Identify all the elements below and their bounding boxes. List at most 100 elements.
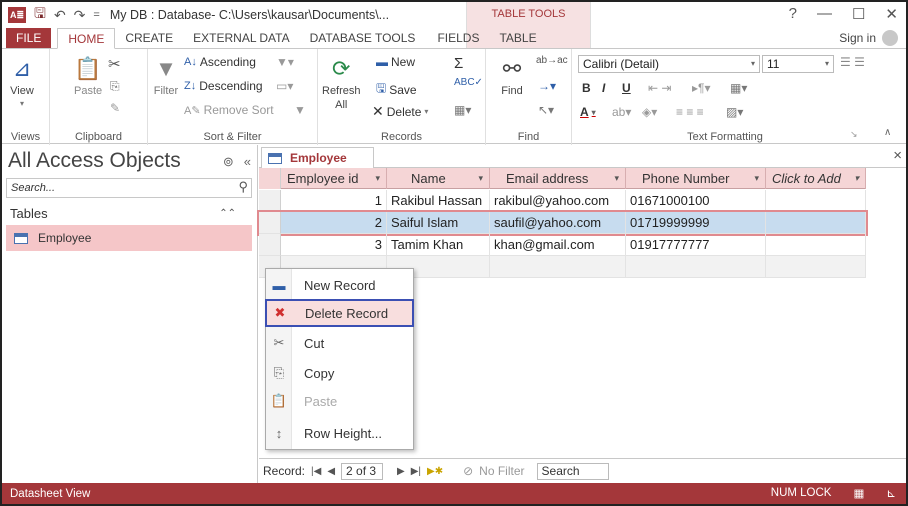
document-tab-employee[interactable]: Employee	[261, 147, 374, 169]
cell-click-to-add[interactable]	[766, 212, 866, 234]
totals-icon[interactable]: Σ	[454, 55, 463, 72]
menu-item-row-height[interactable]: ↕ Row Height...	[266, 419, 413, 447]
cell-phone[interactable]: 01917777777	[626, 234, 766, 256]
font-name-select[interactable]: Calibri (Detail) ▾	[578, 55, 760, 73]
cell-employee-id[interactable]: 1	[281, 190, 387, 212]
paragraph-icon[interactable]: ▸¶▾	[692, 81, 711, 95]
cell-click-to-add[interactable]	[766, 234, 866, 256]
menu-item-copy[interactable]: ⎘ Copy	[266, 359, 413, 387]
menu-item-cut[interactable]: ✂ Cut	[266, 329, 413, 357]
align-icons[interactable]: ≡ ≡ ≡	[676, 105, 704, 119]
menu-item-new-record[interactable]: ▬ New Record	[266, 271, 413, 299]
descending-button[interactable]: Z↓ Descending	[184, 79, 263, 93]
row-selector[interactable]	[259, 190, 281, 212]
more-records-icon[interactable]: ▦▾	[454, 103, 471, 117]
filter-button[interactable]: ▼ Filter	[152, 55, 180, 97]
datasheet-view-icon[interactable]: ▦	[853, 486, 864, 500]
first-record-icon[interactable]: |◀	[311, 466, 321, 477]
next-record-icon[interactable]: ▶	[397, 466, 405, 477]
chevron-down-icon[interactable]: ▾	[375, 168, 380, 189]
search-input[interactable]: Search... ⚲	[6, 178, 252, 198]
cell-name[interactable]: Tamim Khan	[387, 234, 490, 256]
column-header-name[interactable]: Name ▾	[387, 168, 490, 189]
menu-item-paste[interactable]: 📋 Paste	[266, 387, 413, 415]
cell-email[interactable]: saufil@yahoo.com	[490, 212, 626, 234]
row-selector[interactable]	[259, 212, 281, 234]
bold-button[interactable]: B	[582, 81, 591, 95]
tab-create[interactable]: CREATE	[115, 28, 183, 48]
new-record-button[interactable]: ▬ New	[376, 55, 415, 69]
go-to-icon[interactable]: →▾	[538, 79, 556, 93]
remove-sort-button[interactable]: A✎ Remove Sort	[184, 103, 274, 117]
spelling-icon[interactable]: ABC✓	[454, 77, 483, 88]
customize-qat-icon[interactable]: =	[93, 9, 99, 21]
menu-item-delete-record[interactable]: ✖ Delete Record	[265, 299, 414, 327]
font-size-select[interactable]: 11 ▾	[762, 55, 834, 73]
sign-in-label[interactable]: Sign in	[839, 31, 876, 45]
cell-phone[interactable]: 01719999999	[626, 212, 766, 234]
underline-button[interactable]: U	[622, 81, 631, 95]
highlight-icon[interactable]: ab▾	[612, 105, 631, 119]
redo-icon[interactable]: ↷	[74, 7, 86, 24]
no-filter-icon[interactable]: ⊘	[463, 464, 473, 478]
chevron-down-icon[interactable]: ▾	[478, 168, 483, 189]
close-document-icon[interactable]: ×	[893, 147, 902, 164]
chevron-down-icon[interactable]: ▾	[754, 168, 759, 189]
tab-home[interactable]: HOME	[57, 27, 116, 49]
advanced-filter-icon[interactable]: ▭▾	[276, 79, 293, 93]
cell-email[interactable]: khan@gmail.com	[490, 234, 626, 256]
select-icon[interactable]: ↖▾	[538, 103, 554, 117]
help-button[interactable]: ?	[789, 5, 797, 23]
tables-section-header[interactable]: Tables ⌃⌃	[6, 203, 252, 223]
nav-menu-icon[interactable]: ⊚	[223, 154, 234, 170]
select-all-corner[interactable]	[259, 168, 281, 189]
search-icon[interactable]: ⚲	[238, 179, 248, 195]
refresh-button[interactable]: ⟳ Refresh All	[322, 55, 361, 111]
row-selector[interactable]	[259, 234, 281, 256]
gridlines-icon[interactable]: ▦▾	[730, 81, 747, 95]
tab-table[interactable]: TABLE	[489, 28, 546, 48]
design-view-icon[interactable]: ⊾	[886, 486, 896, 500]
column-header-employee-id[interactable]: Employee id ▾	[281, 168, 387, 189]
cut-icon[interactable]: ✂	[108, 55, 121, 73]
cell-click-to-add[interactable]	[766, 256, 866, 278]
indent-icon[interactable]: ⇤ ⇥	[648, 81, 671, 95]
previous-record-icon[interactable]: ◀	[327, 466, 335, 477]
column-header-email[interactable]: Email address ▾	[490, 168, 626, 189]
nav-pane-title[interactable]: All Access Objects	[8, 149, 181, 173]
cell-employee-id[interactable]: 2	[281, 212, 387, 234]
dialog-launcher-icon[interactable]: ↘	[850, 129, 858, 140]
collapse-chevron-icon[interactable]: ⌃⌃	[219, 208, 236, 219]
cell-name[interactable]: Rakibul Hassan	[387, 190, 490, 212]
find-button[interactable]: ⚯ Find	[498, 55, 526, 97]
save-record-button[interactable]: 🖫 Save	[376, 79, 417, 100]
cell-phone[interactable]	[626, 256, 766, 278]
copy-icon[interactable]: ⎘	[110, 79, 120, 94]
list-icon[interactable]: ☰ ☰	[840, 55, 865, 69]
sign-in[interactable]: Sign in	[839, 30, 898, 46]
record-search-input[interactable]: Search	[536, 462, 609, 480]
delete-record-button[interactable]: ✕ Delete ▾	[372, 103, 428, 120]
paste-button[interactable]: 📋 Paste	[74, 55, 102, 97]
avatar[interactable]	[882, 30, 898, 46]
view-button[interactable]: ⊿ View ▾	[8, 55, 36, 108]
shutter-bar-icon[interactable]: «	[244, 154, 251, 170]
restore-button[interactable]: ☐	[852, 5, 865, 23]
column-header-click-to-add[interactable]: Click to Add ▾	[766, 168, 866, 189]
chevron-down-icon[interactable]: ▾	[854, 168, 859, 189]
toggle-filter-icon[interactable]: ▼	[294, 103, 306, 117]
tab-fields[interactable]: FIELDS	[427, 28, 489, 48]
format-painter-icon[interactable]: ✎	[110, 101, 120, 115]
chevron-down-icon[interactable]: ▾	[614, 168, 619, 189]
minimize-button[interactable]: —	[817, 5, 832, 23]
font-color-button[interactable]: A ▾	[580, 105, 596, 119]
save-icon[interactable]: 🖫	[34, 3, 46, 27]
undo-icon[interactable]: ↶	[54, 7, 66, 24]
cell-click-to-add[interactable]	[766, 190, 866, 212]
cell-employee-id[interactable]: 3	[281, 234, 387, 256]
cell-name[interactable]: Saiful Islam	[387, 212, 490, 234]
fill-color-icon[interactable]: ◈▾	[642, 105, 657, 119]
italic-button[interactable]: I	[602, 81, 605, 95]
last-record-icon[interactable]: ▶|	[411, 466, 421, 477]
no-filter-label[interactable]: No Filter	[479, 464, 524, 478]
